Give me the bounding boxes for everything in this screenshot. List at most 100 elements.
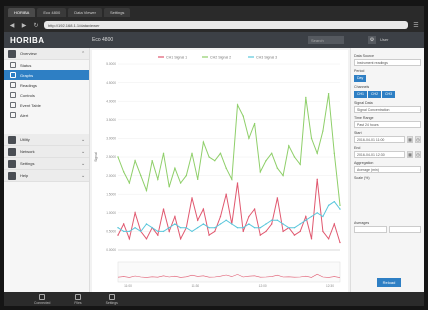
data-point [282,223,284,225]
calendar-icon[interactable]: ▦ [407,151,413,158]
start-date-input[interactable]: 2016-04-01 11:00 [354,136,405,143]
overview-tick-label: 12:00 [259,284,267,288]
data-point [282,174,284,177]
utility-icon [8,135,16,144]
taskbar-item-files[interactable]: Files [74,293,82,305]
data-point [316,152,318,154]
taskbar-item-settings[interactable]: Settings [105,293,118,305]
line-chart[interactable]: CH1 Signal 1 CH2 Signal 2 CH3 Signal 3 5.00… [92,50,348,292]
data-point [179,182,182,184]
sidebar-group-network[interactable]: Network ⌄ [4,146,89,158]
data-point [145,189,148,192]
data-point [191,152,193,154]
sidebar-group-overview[interactable]: Overview ⌃ [4,48,89,60]
sidebar-group-settings[interactable]: Settings ⌄ [4,158,89,170]
sidebar-group-label: Utility [20,137,30,142]
data-point [242,115,244,117]
data-point [219,152,222,154]
sidebar-item-controls[interactable]: Controls [4,90,89,100]
averages-unit-select[interactable] [388,226,421,233]
data-point [327,93,330,95]
data-point [140,230,142,233]
sidebar-item-readings[interactable]: Readings [4,80,89,90]
averages-input[interactable] [354,226,387,233]
sidebar-group-help[interactable]: Help ⌄ [4,170,89,182]
data-point [265,160,267,162]
sidebar-item-label: Alert [20,112,29,118]
y-tick-label: 1.5000 [106,192,116,196]
settings-icon[interactable]: ⚙ [368,36,376,44]
sidebar-item-status[interactable]: Status [4,60,89,70]
data-point [157,230,159,233]
data-point [276,219,279,221]
data-point [265,223,267,225]
end-date-input[interactable]: 2016-04-01 12:30 [354,151,405,158]
data-point [305,96,307,99]
taskbar: Connected Files Settings [4,292,424,306]
controls-icon [10,92,16,98]
data-source-select[interactable]: Instrument readings [354,59,421,66]
data-point [270,223,273,225]
address-bar[interactable]: http://192.168.1.1/dataviewer [44,21,408,29]
sidebar-group-utility[interactable]: Utility ⌄ [4,134,89,146]
overview-icon [8,49,16,58]
taskbar-item-label: Settings [105,300,118,305]
channel-toggle[interactable]: CH1 [354,91,368,98]
period-button[interactable]: Day [354,75,367,82]
data-point [174,215,176,218]
data-point [270,219,273,221]
time-range-select[interactable]: Past 24 hours [354,121,421,128]
data-point [316,212,318,214]
taskbar-item-label: Files [74,300,82,305]
search-input[interactable]: Search [308,36,344,44]
period-label: Period [354,69,365,73]
channel-toggle[interactable]: CH2 [368,91,382,98]
calendar-icon[interactable]: ▦ [407,136,413,143]
data-point [168,226,170,229]
data-point [151,226,153,229]
data-point [242,230,244,233]
signal-select[interactable]: Signal Concentration [354,106,421,113]
data-point [225,167,227,169]
data-point [225,219,227,221]
data-point [231,223,233,225]
reload-button[interactable]: Reload [377,278,401,287]
sidebar-item-graphs[interactable]: Graphs [4,70,89,80]
data-point [231,178,233,181]
data-point [248,223,250,225]
data-point [310,215,313,218]
browser-tab[interactable]: Data Viewer [68,7,102,17]
data-point [236,182,239,184]
menu-icon[interactable]: ☰ [412,21,420,29]
data-point [236,226,239,229]
sidebar-item-label: Readings [20,82,37,88]
y-tick-label: 2.0000 [106,174,116,178]
data-point [168,230,170,233]
browser-tab[interactable]: Settings [103,7,131,17]
data-point [214,160,216,162]
data-point [202,223,205,225]
back-icon[interactable]: ◀ [8,21,16,29]
browser-tab[interactable]: HORIBA [8,7,36,17]
data-point [117,234,119,236]
aggregation-select[interactable]: Average (min) [354,166,421,173]
data-point [299,223,301,225]
clock-icon[interactable]: ◷ [415,136,421,143]
settings-panel: Data Source Instrument readings Period D… [350,48,424,292]
table-icon [10,102,16,108]
overview-tick-label: 12:30 [326,284,334,288]
data-point [259,234,262,236]
clock-icon[interactable]: ◷ [415,151,421,158]
data-point [185,174,188,177]
user-label[interactable]: User [380,37,388,42]
browser-tab[interactable]: Eco 4800 [37,7,67,17]
data-point [219,215,222,218]
channel-toggle[interactable]: CH3 [382,91,396,98]
sidebar-item-event-table[interactable]: Event Table [4,100,89,110]
data-point [128,182,131,184]
sidebar-item-alert[interactable]: Alert [4,110,89,120]
reload-icon[interactable]: ↻ [32,21,40,29]
forward-icon[interactable]: ▶ [20,21,28,29]
data-point [179,226,182,229]
